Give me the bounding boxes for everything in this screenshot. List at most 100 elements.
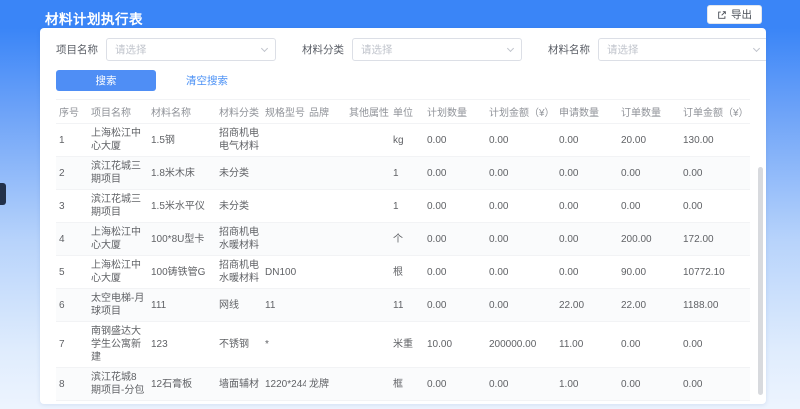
table-cell bbox=[306, 401, 346, 405]
table-cell: 0.00 bbox=[680, 157, 750, 190]
table-cell: 1.5米水平仪 bbox=[148, 190, 216, 223]
table-cell: 156.80 bbox=[680, 401, 750, 405]
table-cell: 5 bbox=[56, 256, 88, 289]
table-cell: 2 bbox=[56, 157, 88, 190]
table-cell: 172.00 bbox=[680, 223, 750, 256]
table-cell: 90.00 bbox=[618, 256, 680, 289]
column-header: 其他属性 bbox=[346, 100, 390, 124]
table-cell: 0.00 bbox=[556, 157, 618, 190]
vertical-scrollbar[interactable] bbox=[758, 167, 763, 404]
materials-table: 序号项目名称材料名称材料分类规格型号品牌其他属性单位计划数量计划金额（¥）申请数… bbox=[56, 99, 750, 404]
table-cell: 0.00 bbox=[424, 223, 486, 256]
table-cell bbox=[262, 401, 306, 405]
material-name-select[interactable]: 请选择 bbox=[598, 38, 766, 61]
table-cell: 招商机电 水暖材料 bbox=[216, 401, 262, 405]
content-card: 项目名称 请选择 材料分类 请选择 材料名称 请选择 搜索 清空搜索 bbox=[40, 28, 766, 404]
column-header: 申请数量 bbox=[556, 100, 618, 124]
table-row[interactable]: 5上海松江中心大厦100铸铁管G招商机电 水暖材料DN100根0.000.000… bbox=[56, 256, 750, 289]
table-cell bbox=[346, 223, 390, 256]
table-row[interactable]: 4上海松江中心大厦100*8U型卡招商机电 水暖材料个0.000.000.002… bbox=[56, 223, 750, 256]
table-cell: 111 bbox=[148, 289, 216, 322]
table-row[interactable]: 2滨江花城三期项目1.8米木床未分类10.000.000.000.000.00 bbox=[56, 157, 750, 190]
table-cell: 太空电梯-月球项目 bbox=[88, 289, 148, 322]
table-cell: 0.00 bbox=[486, 401, 556, 405]
material-category-select[interactable]: 请选择 bbox=[352, 38, 522, 61]
filter-label: 材料名称 bbox=[548, 42, 590, 57]
table-cell: 0.00 bbox=[486, 256, 556, 289]
filter-bar: 项目名称 请选择 材料分类 请选择 材料名称 请选择 bbox=[40, 28, 766, 61]
table-cell bbox=[306, 157, 346, 190]
table-row[interactable]: 7南钢盛达大学生公寓新建123不锈钢*米重10.00200000.0011.00… bbox=[56, 322, 750, 368]
table-cell bbox=[262, 223, 306, 256]
table-cell: 1 bbox=[390, 190, 424, 223]
column-header: 计划金额（¥） bbox=[486, 100, 556, 124]
table-row[interactable]: 6太空电梯-月球项目111网线11110.000.0022.0022.00118… bbox=[56, 289, 750, 322]
table-cell: 9 bbox=[56, 401, 88, 405]
column-header: 品牌 bbox=[306, 100, 346, 124]
column-header: 订单金额（¥） bbox=[680, 100, 750, 124]
table-cell: 11 bbox=[262, 289, 306, 322]
table-cell: 根 bbox=[390, 256, 424, 289]
table-cell: 框 bbox=[390, 368, 424, 401]
table-cell: 200000.00 bbox=[486, 322, 556, 368]
table-cell: 个 bbox=[390, 223, 424, 256]
chevron-down-icon bbox=[753, 44, 760, 51]
export-button[interactable]: 导出 bbox=[707, 5, 762, 24]
table-cell: 0.00 bbox=[486, 157, 556, 190]
table-cell: 8 bbox=[56, 368, 88, 401]
table-cell bbox=[262, 190, 306, 223]
table-cell: 10.00 bbox=[424, 322, 486, 368]
export-label: 导出 bbox=[731, 7, 752, 22]
table-cell bbox=[306, 223, 346, 256]
table-row[interactable]: 3滨江花城三期项目1.5米水平仪未分类10.000.000.000.000.00 bbox=[56, 190, 750, 223]
table-cell: 1220*2440*12 bbox=[262, 368, 306, 401]
table-cell bbox=[262, 157, 306, 190]
table-cell bbox=[346, 256, 390, 289]
table-cell bbox=[306, 289, 346, 322]
chevron-down-icon bbox=[261, 44, 268, 51]
table-cell: 0.00 bbox=[618, 322, 680, 368]
project-name-select[interactable]: 请选择 bbox=[106, 38, 276, 61]
table-row[interactable]: 8滨江花城8期项目-分包12石膏板墙面辅材1220*2440*12龙牌框0.00… bbox=[56, 368, 750, 401]
action-bar: 搜索 清空搜索 bbox=[40, 61, 766, 91]
table-cell: 招商机电 水暖材料 bbox=[216, 256, 262, 289]
table-cell: 11.00 bbox=[556, 322, 618, 368]
table-row[interactable]: 1上海松江中心大厦1.5钢招商机电 电气材料kg0.000.000.0020.0… bbox=[56, 124, 750, 157]
table-cell: 3 bbox=[56, 190, 88, 223]
table-cell bbox=[262, 124, 306, 157]
sidebar-expand-handle[interactable] bbox=[0, 183, 6, 205]
table-cell bbox=[306, 124, 346, 157]
column-header: 材料分类 bbox=[216, 100, 262, 124]
search-button[interactable]: 搜索 bbox=[56, 70, 156, 91]
select-placeholder: 请选择 bbox=[361, 42, 393, 57]
select-placeholder: 请选择 bbox=[115, 42, 147, 57]
table-cell: kg bbox=[390, 124, 424, 157]
column-header: 计划数量 bbox=[424, 100, 486, 124]
table-cell: 1.00 bbox=[556, 368, 618, 401]
table-cell: 0.00 bbox=[424, 190, 486, 223]
table-cell: 0.00 bbox=[486, 190, 556, 223]
filter-label: 材料分类 bbox=[302, 42, 344, 57]
table-row[interactable]: 9上海松江中心大厦150*10U型卡招商机电 水暖材料个0.000.000.00… bbox=[56, 401, 750, 405]
export-icon bbox=[717, 10, 727, 20]
clear-search-link[interactable]: 清空搜索 bbox=[186, 73, 228, 88]
table-cell: 0.00 bbox=[424, 368, 486, 401]
table-cell: 0.00 bbox=[618, 368, 680, 401]
table-cell: 南钢盛达大学生公寓新建 bbox=[88, 322, 148, 368]
vertical-scrollbar-thumb[interactable] bbox=[758, 167, 763, 395]
filter-material-name: 材料名称 请选择 bbox=[548, 38, 766, 61]
table-cell: 上海松江中心大厦 bbox=[88, 256, 148, 289]
table-container: 序号项目名称材料名称材料分类规格型号品牌其他属性单位计划数量计划金额（¥）申请数… bbox=[40, 91, 766, 404]
filter-label: 项目名称 bbox=[56, 42, 98, 57]
table-cell: 龙牌 bbox=[306, 368, 346, 401]
table-cell: 100铸铁管G bbox=[148, 256, 216, 289]
table-cell: 0.00 bbox=[680, 190, 750, 223]
table-cell: 未分类 bbox=[216, 190, 262, 223]
table-cell: 墙面辅材 bbox=[216, 368, 262, 401]
table-cell: 招商机电 电气材料 bbox=[216, 124, 262, 157]
table-cell: 0.00 bbox=[424, 256, 486, 289]
chevron-down-icon bbox=[507, 44, 514, 51]
table-cell: 123 bbox=[148, 322, 216, 368]
table-cell: 0.00 bbox=[556, 223, 618, 256]
table-cell: 7 bbox=[56, 322, 88, 368]
